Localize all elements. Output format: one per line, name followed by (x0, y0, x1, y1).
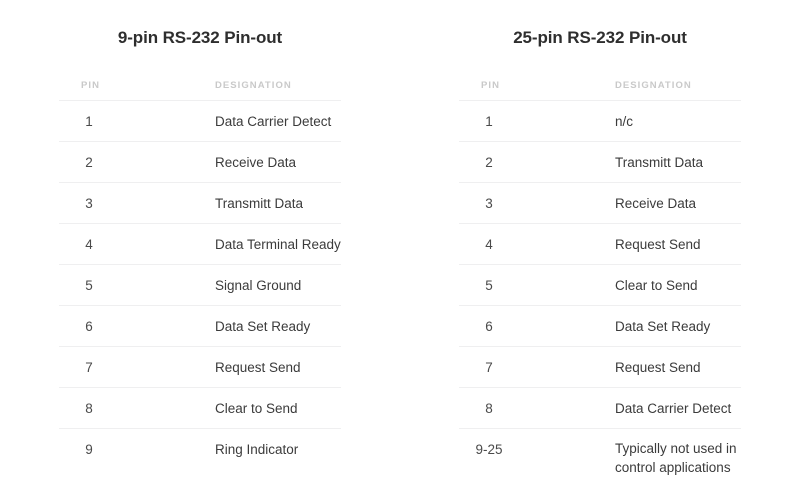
cell-pin: 4 (59, 223, 137, 265)
column-header-pin: PIN (459, 80, 537, 101)
pinout-table-9pin: PIN DESIGNATION 1 Data Carrier Detect 2 … (59, 80, 341, 469)
table-row: 8 Clear to Send (59, 387, 341, 429)
table-row: 2 Receive Data (59, 141, 341, 183)
cell-pin: 8 (59, 387, 137, 429)
table-header-25pin: PIN DESIGNATION (459, 80, 741, 101)
cell-designation: Data Terminal Ready (137, 223, 341, 265)
cell-pin: 7 (459, 346, 537, 388)
table-row: 7 Request Send (59, 346, 341, 388)
table-header-row: PIN DESIGNATION (459, 80, 741, 101)
cell-pin: 4 (459, 223, 537, 265)
cell-designation: Data Carrier Detect (137, 100, 341, 142)
cell-designation: Signal Ground (137, 264, 341, 306)
table-row: 8 Data Carrier Detect (459, 387, 741, 429)
cell-designation: Ring Indicator (215, 441, 299, 457)
cell-designation: Clear to Send (137, 387, 341, 429)
cell-designation: Receive Data (137, 141, 341, 183)
cell-pin: 2 (59, 141, 137, 183)
cell-pin: 6 (459, 305, 537, 347)
cell-pin: 9-25 (475, 442, 503, 457)
page-title-9pin: 9-pin RS-232 Pin-out (117, 28, 283, 47)
cell-pin: 7 (59, 346, 137, 388)
cell-pin: 1 (459, 100, 537, 142)
cell-designation-line-2: control applications (615, 460, 731, 475)
cell-pin: 9 (85, 441, 93, 457)
cell-designation: Receive Data (537, 182, 741, 224)
table-row: 6 Data Set Ready (459, 305, 741, 347)
cell-designation: Transmitt Data (137, 182, 341, 224)
table-row: 7 Request Send (459, 346, 741, 388)
cell-designation: Transmitt Data (537, 141, 741, 183)
cell-pin: 5 (459, 264, 537, 306)
panel-25pin: 25-pin RS-232 Pin-out PIN DESIGNATION 1 … (400, 0, 800, 500)
cell-designation: Data Set Ready (537, 305, 741, 347)
page-title-25pin: 25-pin RS-232 Pin-out (513, 28, 687, 47)
cell-pin: 2 (459, 141, 537, 183)
table-row: 1 Data Carrier Detect (59, 100, 341, 142)
cell-pin: 1 (59, 100, 137, 142)
cell-designation: Request Send (537, 223, 741, 265)
cell-pin: 8 (459, 387, 537, 429)
table-row: 4 Data Terminal Ready (59, 223, 341, 265)
column-header-designation: DESIGNATION (137, 80, 341, 101)
table-row: 4 Request Send (459, 223, 741, 265)
cell-designation-line-1: Typically not used in (615, 441, 737, 456)
cell-designation: Typically not used in control applicatio… (537, 429, 741, 497)
panel-9pin: 9-pin RS-232 Pin-out PIN DESIGNATION 1 D… (0, 0, 400, 500)
column-header-designation: DESIGNATION (537, 80, 741, 101)
table-row: 5 Clear to Send (459, 264, 741, 306)
cell-pin: 6 (59, 305, 137, 347)
table-row: 3 Transmitt Data (59, 182, 341, 224)
table-header-row: PIN DESIGNATION (59, 80, 341, 101)
cell-designation: Clear to Send (537, 264, 741, 306)
table-body-9pin: 1 Data Carrier Detect 2 Receive Data 3 T… (59, 100, 341, 470)
table-body-25pin: 1 n/c 2 Transmitt Data 3 Receive Data 4 … (459, 100, 741, 497)
cell-pin: 3 (59, 182, 137, 224)
cell-designation: Data Set Ready (137, 305, 341, 347)
table-row: 5 Signal Ground (59, 264, 341, 306)
cell-pin: 3 (459, 182, 537, 224)
table-row: 3 Receive Data (459, 182, 741, 224)
cell-designation: Request Send (537, 346, 741, 388)
table-row: 9 Ring Indicator (59, 429, 341, 470)
cell-pin: 5 (59, 264, 137, 306)
cell-designation: Data Carrier Detect (537, 387, 741, 429)
table-row: 2 Transmitt Data (459, 141, 741, 183)
cell-designation: Request Send (137, 346, 341, 388)
table-header-9pin: PIN DESIGNATION (59, 80, 341, 101)
pinout-page: 9-pin RS-232 Pin-out PIN DESIGNATION 1 D… (0, 0, 800, 500)
pinout-table-25pin: PIN DESIGNATION 1 n/c 2 Transmitt Data 3… (459, 80, 741, 496)
table-row: 9-25 Typically not used in control appli… (459, 429, 741, 497)
column-header-pin: PIN (59, 80, 137, 101)
table-row: 1 n/c (459, 100, 741, 142)
table-row: 6 Data Set Ready (59, 305, 341, 347)
cell-designation: n/c (537, 100, 741, 142)
pinout-tables-container: 9-pin RS-232 Pin-out PIN DESIGNATION 1 D… (0, 0, 800, 500)
